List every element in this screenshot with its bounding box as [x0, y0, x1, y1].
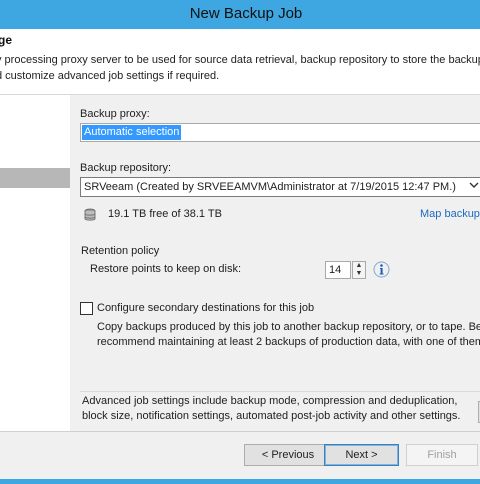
repository-capacity: 19.1 TB free of 38.1 TB — [108, 208, 222, 220]
backup-repository-select[interactable]: SRVeeam (Created by SRVEEAMVM\Administra… — [80, 177, 480, 197]
backup-proxy-field[interactable]: Automatic selection — [80, 123, 480, 142]
restore-points-spin-buttons[interactable]: ▲ ▼ — [352, 261, 366, 279]
nav-item-storage-selected[interactable] — [0, 168, 70, 188]
backup-repository-label: Backup repository: — [80, 162, 172, 174]
chevron-down-icon[interactable] — [469, 180, 479, 193]
secondary-destinations-label[interactable]: Configure secondary destinations for thi… — [97, 302, 314, 314]
window-titlebar: New Backup Job — [0, 0, 480, 29]
wizard-header: ge y processing proxy server to be used … — [0, 29, 480, 95]
backup-repository-value: SRVeeam (Created by SRVEEAMVM\Administra… — [84, 181, 456, 193]
info-icon[interactable] — [373, 261, 390, 278]
database-icon — [83, 208, 97, 222]
next-button[interactable]: Next > — [324, 444, 399, 466]
window-bottom-border — [0, 479, 480, 484]
window-title: New Backup Job — [189, 5, 303, 22]
step-title: ge — [0, 33, 13, 47]
restore-points-input[interactable]: 14 — [325, 261, 351, 279]
secondary-destinations-checkbox[interactable] — [80, 302, 93, 315]
finish-button[interactable]: Finish — [406, 444, 478, 466]
spin-up-icon[interactable]: ▲ — [353, 262, 365, 270]
step-description: y processing proxy server to be used for… — [0, 54, 480, 82]
map-backup-link[interactable]: Map backup — [420, 208, 480, 220]
wizard-step-nav — [0, 95, 70, 431]
restore-points-label: Restore points to keep on disk: — [90, 263, 242, 275]
backup-proxy-value[interactable]: Automatic selection — [80, 124, 183, 141]
retention-policy-label: Retention policy — [81, 245, 160, 257]
advanced-settings-description: Advanced job settings include backup mod… — [82, 395, 461, 422]
spin-down-icon[interactable]: ▼ — [353, 270, 365, 278]
backup-proxy-label: Backup proxy: — [80, 108, 150, 120]
restore-points-stepper[interactable]: 14 ▲ ▼ — [325, 261, 367, 279]
previous-button[interactable]: < Previous — [244, 444, 332, 466]
wizard-footer: < Previous Next > Finish — [0, 431, 480, 479]
advanced-separator — [80, 391, 480, 392]
secondary-destinations-description: Copy backups produced by this job to ano… — [97, 321, 480, 348]
storage-settings-panel: Backup proxy: Automatic selection Backup… — [70, 95, 480, 431]
